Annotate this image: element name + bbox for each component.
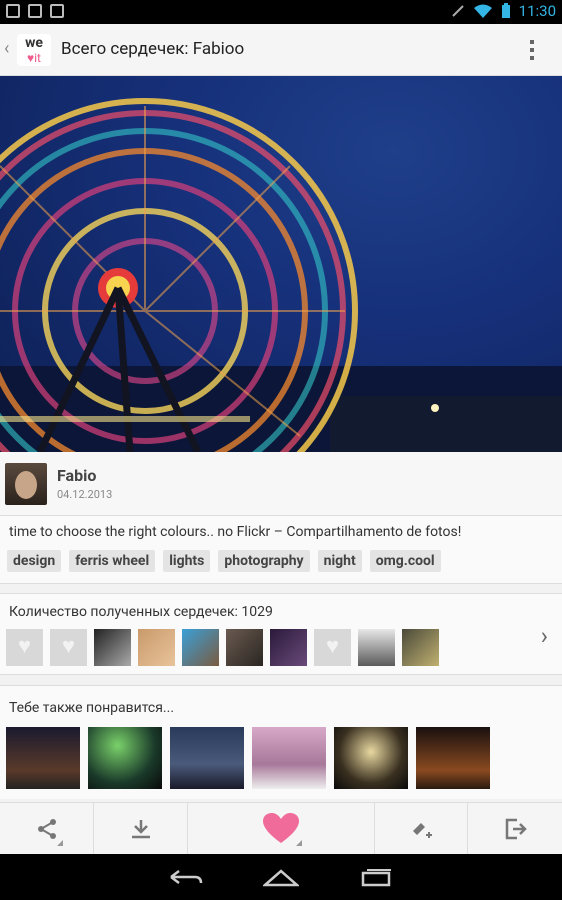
heart-user-avatar[interactable] — [358, 629, 395, 666]
suggested-photo[interactable] — [88, 727, 162, 789]
tag-chip[interactable]: ferris wheel — [69, 550, 156, 572]
heart-user-avatar[interactable] — [314, 629, 351, 666]
image-notification-icon — [28, 4, 42, 18]
share-icon — [37, 818, 56, 839]
heart-user-avatar[interactable] — [182, 629, 219, 666]
heart-user-avatar[interactable] — [270, 629, 307, 666]
wifi-icon — [473, 4, 492, 18]
status-time: 11:30 — [518, 2, 556, 20]
author-section[interactable]: Fabio 04.12.2013 — [0, 452, 562, 516]
main-photo[interactable] — [0, 76, 562, 452]
collect-icon — [413, 822, 432, 838]
hearts-count-label: Количество полученных сердечек: 1029 — [9, 604, 273, 620]
heart-user-avatar[interactable] — [402, 629, 439, 666]
tag-chip[interactable]: omg.cool — [369, 550, 441, 572]
post-description: time to choose the right colours.. no Fl… — [9, 524, 462, 540]
vibrate-icon — [451, 5, 464, 17]
heart-user-avatar[interactable] — [138, 629, 175, 666]
heart-button[interactable] — [188, 803, 375, 854]
suggested-photo[interactable] — [252, 727, 326, 789]
action-bar: ‹ we ♥it Всего сердечек: Fabioo — [0, 24, 562, 76]
home-icon[interactable] — [263, 867, 299, 887]
also-like-list — [6, 727, 490, 789]
tag-chip[interactable]: lights — [163, 550, 211, 572]
back-icon[interactable] — [167, 867, 203, 887]
author-name[interactable]: Fabio — [57, 466, 96, 485]
heart-user-avatar[interactable] — [6, 629, 43, 666]
download-notification-icon — [6, 4, 20, 18]
heart-user-avatar[interactable] — [94, 629, 131, 666]
overflow-menu-icon[interactable] — [530, 40, 536, 60]
heart-user-list — [6, 629, 439, 666]
recent-apps-icon[interactable] — [359, 867, 395, 887]
collect-button[interactable] — [375, 803, 468, 854]
also-like-section: Тебе также понравится... — [0, 685, 562, 799]
exit-button[interactable] — [468, 803, 562, 854]
exit-icon — [505, 818, 527, 839]
hearts-section[interactable]: Количество полученных сердечек: 1029 › — [0, 593, 562, 675]
heart-icon — [263, 812, 299, 843]
suggested-photo[interactable] — [170, 727, 244, 789]
download-icon — [131, 819, 150, 838]
tag-chip[interactable]: photography — [218, 550, 310, 572]
system-nav-bar — [0, 854, 562, 900]
share-button[interactable] — [0, 803, 94, 854]
bottom-action-bar — [0, 802, 562, 854]
author-avatar[interactable] — [5, 463, 47, 505]
battery-icon — [501, 3, 510, 18]
heart-user-avatar[interactable] — [226, 629, 263, 666]
back-chevron-icon[interactable]: ‹ — [4, 38, 9, 59]
suggested-photo[interactable] — [334, 727, 408, 789]
post-description-section: time to choose the right colours.. no Fl… — [0, 516, 562, 584]
page-title: Всего сердечек: Fabioo — [61, 39, 245, 59]
app-logo[interactable]: we ♥it — [17, 34, 51, 66]
also-like-title: Тебе также понравится... — [9, 700, 175, 716]
mail-notification-icon — [50, 4, 64, 18]
suggested-photo[interactable] — [416, 727, 490, 789]
app-screen: 11:30 ‹ we ♥it Всего сердечек: Fabioo Fa… — [0, 0, 562, 900]
download-button[interactable] — [94, 803, 188, 854]
chevron-right-icon[interactable]: › — [541, 622, 548, 650]
tag-chip[interactable]: design — [7, 550, 62, 572]
suggested-photo[interactable] — [6, 727, 80, 789]
tag-chip[interactable]: night — [317, 550, 362, 572]
tag-list: design ferris wheel lights photography n… — [7, 550, 441, 572]
heart-user-avatar[interactable] — [50, 629, 87, 666]
post-date: 04.12.2013 — [57, 488, 113, 501]
status-bar: 11:30 — [0, 0, 562, 24]
